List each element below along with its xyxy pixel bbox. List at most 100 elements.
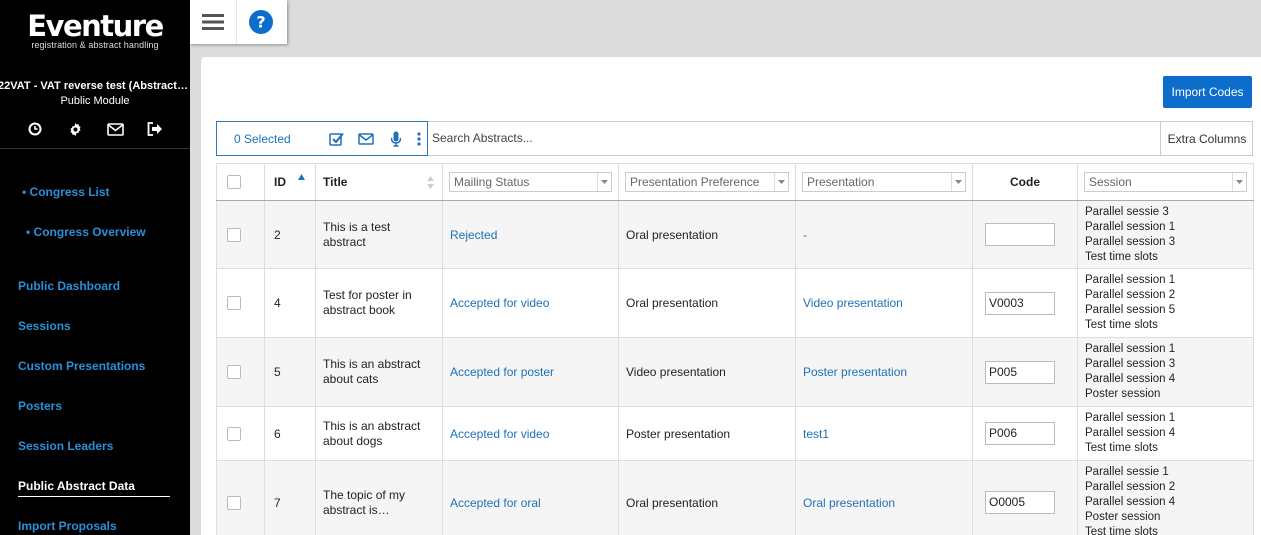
table-row[interactable]: 2 This is a test abstract Rejected Oral pre… — [216, 200, 1254, 269]
cell-title[interactable]: The topic of my abstract is… — [315, 460, 443, 535]
code-input[interactable]: V0003 — [985, 291, 1055, 315]
row-checkbox[interactable] — [227, 365, 241, 379]
presentation-link[interactable]: Oral presentation — [803, 496, 895, 510]
presentation-filter[interactable]: Presentation — [802, 172, 966, 192]
chevron-down-icon — [597, 173, 611, 191]
presentation-link[interactable]: Poster presentation — [803, 365, 907, 379]
presentation-link[interactable]: - — [803, 228, 807, 242]
cell-code: P006 — [972, 406, 1078, 461]
header-title-label: Title — [323, 175, 348, 189]
code-input[interactable]: P006 — [985, 422, 1055, 445]
cell-mailing-status: Accepted for oral — [442, 460, 619, 535]
cell-id: 6 — [264, 406, 316, 461]
sidebar-item-posters[interactable]: Posters — [0, 396, 190, 436]
session-line: Test time slots — [1085, 319, 1158, 331]
selection-box: 0 Selected — [216, 121, 428, 156]
mailing-status-link[interactable]: Accepted for poster — [450, 365, 554, 379]
table-body: 2 This is a test abstract Rejected Oral pre… — [216, 200, 1254, 535]
sidebar-item-congress-overview[interactable]: • Congress Overview — [0, 220, 190, 260]
presentation-preference-filter[interactable]: Presentation Preference — [625, 172, 789, 192]
microphone-icon[interactable] — [381, 131, 411, 147]
session-line: Test time slots — [1085, 251, 1158, 263]
session-line: Parallel session 1 — [1085, 412, 1176, 424]
presentation-link[interactable]: Video presentation — [803, 296, 903, 310]
session-line: Parallel session 1 — [1085, 221, 1176, 233]
sidebar-item-session-leaders[interactable]: Session Leaders — [0, 436, 190, 476]
gear-icon[interactable] — [66, 120, 84, 138]
presentation-link[interactable]: test1 — [803, 427, 829, 441]
mailing-status-link[interactable]: Accepted for oral — [450, 496, 541, 510]
session-line: Parallel session 4 — [1085, 427, 1176, 439]
code-input[interactable] — [985, 223, 1055, 246]
table-row[interactable]: 7 The topic of my abstract is… Accepted for… — [216, 460, 1254, 535]
cell-title[interactable]: Test for poster in abstract book — [315, 268, 443, 338]
header-id-label: ID — [274, 175, 286, 189]
sidebar-item-sessions[interactable]: Sessions — [0, 316, 190, 356]
logo[interactable]: Eventure registration & abstract handlin… — [0, 0, 190, 62]
mail-icon[interactable] — [106, 120, 124, 138]
import-codes-button[interactable]: Import Codes — [1163, 76, 1252, 108]
mail-icon[interactable] — [351, 132, 381, 145]
presentation-preference-filter-label: Presentation Preference — [630, 175, 760, 189]
row-checkbox[interactable] — [227, 426, 241, 441]
search-input[interactable]: Search Abstracts... — [432, 131, 1152, 145]
sidebar-item-custom-presentations[interactable]: Custom Presentations — [0, 356, 190, 396]
session-line: Parallel session 1 — [1085, 343, 1176, 355]
sidebar-item-import-proposals[interactable]: Import Proposals — [0, 516, 190, 535]
code-input[interactable]: O0005 — [985, 491, 1055, 514]
cell-id: 5 — [264, 337, 316, 407]
header-id[interactable]: ID — [264, 163, 316, 201]
table-row[interactable]: 5 This is an abstract about cats Accepted f… — [216, 337, 1254, 407]
check-all-icon[interactable] — [321, 132, 351, 146]
hamburger-icon — [202, 14, 224, 30]
select-all-checkbox[interactable] — [227, 175, 241, 189]
mailing-status-link[interactable]: Accepted for video — [450, 296, 549, 310]
sort-icon — [427, 176, 434, 189]
cell-mailing-status: Accepted for video — [442, 406, 619, 461]
mailing-status-filter-label: Mailing Status — [454, 175, 530, 189]
cell-title[interactable]: This is a test abstract — [315, 200, 443, 269]
table-row[interactable]: 6 This is an abstract about dogs Accepted f… — [216, 406, 1254, 461]
sidebar-item-congress-list[interactable]: • Congress List — [0, 180, 190, 220]
mailing-status-link[interactable]: Accepted for video — [450, 427, 549, 441]
menu-toggle-button[interactable] — [190, 0, 237, 44]
help-button[interactable]: ? — [237, 0, 284, 44]
sidebar-item-public-abstract-data[interactable]: Public Abstract Data — [0, 476, 190, 516]
code-input[interactable]: P005 — [985, 360, 1055, 384]
row-checkbox[interactable] — [227, 495, 241, 510]
logout-icon[interactable] — [146, 120, 164, 138]
cell-presentation-preference: Video presentation — [618, 337, 796, 407]
abstracts-table: ID Title Mailing Status Presentation Pre… — [216, 163, 1254, 535]
session-line: Test time slots — [1085, 442, 1158, 454]
header-code[interactable]: Code — [972, 163, 1078, 201]
cell-presentation-preference: Oral presentation — [618, 268, 796, 338]
title-line: abstract is… — [323, 502, 390, 517]
row-checkbox[interactable] — [227, 227, 241, 242]
cell-presentation-preference: Poster presentation — [618, 406, 796, 461]
nav-gap — [0, 260, 190, 276]
row-checkbox[interactable] — [227, 296, 241, 310]
cell-title[interactable]: This is an abstract about dogs — [315, 406, 443, 461]
cell-title[interactable]: This is an abstract about cats — [315, 337, 443, 407]
sidebar-item-public-dashboard[interactable]: Public Dashboard — [0, 276, 190, 316]
action-bar: 0 Selected Search Abstracts... Extra Col… — [216, 121, 1253, 156]
session-line: Parallel session 2 — [1085, 289, 1176, 301]
event-header: 22VAT - VAT reverse test (Abstract… Publ… — [0, 62, 190, 107]
cell-code: P005 — [972, 337, 1078, 407]
mailing-status-filter[interactable]: Mailing Status — [449, 172, 612, 192]
cell-session: Parallel session 1 Parallel session 4 Test… — [1077, 406, 1254, 461]
cell-mailing-status: Accepted for poster — [442, 337, 619, 407]
cell-session: Parallel session 1 Parallel session 2 Para… — [1077, 268, 1254, 338]
mailing-status-link[interactable]: Rejected — [450, 228, 497, 242]
sort-asc-icon — [298, 174, 305, 180]
header-title[interactable]: Title — [315, 163, 443, 201]
cell-presentation: Poster presentation — [795, 337, 973, 407]
extra-columns-button[interactable]: Extra Columns — [1160, 121, 1253, 156]
title-line: about cats — [323, 372, 379, 386]
session-filter[interactable]: Session — [1084, 172, 1247, 192]
clock-icon[interactable] — [26, 120, 44, 138]
table-row[interactable]: 4 Test for poster in abstract book Accepted… — [216, 268, 1254, 338]
title-line: about dogs — [323, 433, 383, 448]
session-line: Test time slots — [1085, 526, 1158, 535]
more-vertical-icon[interactable] — [411, 131, 427, 146]
